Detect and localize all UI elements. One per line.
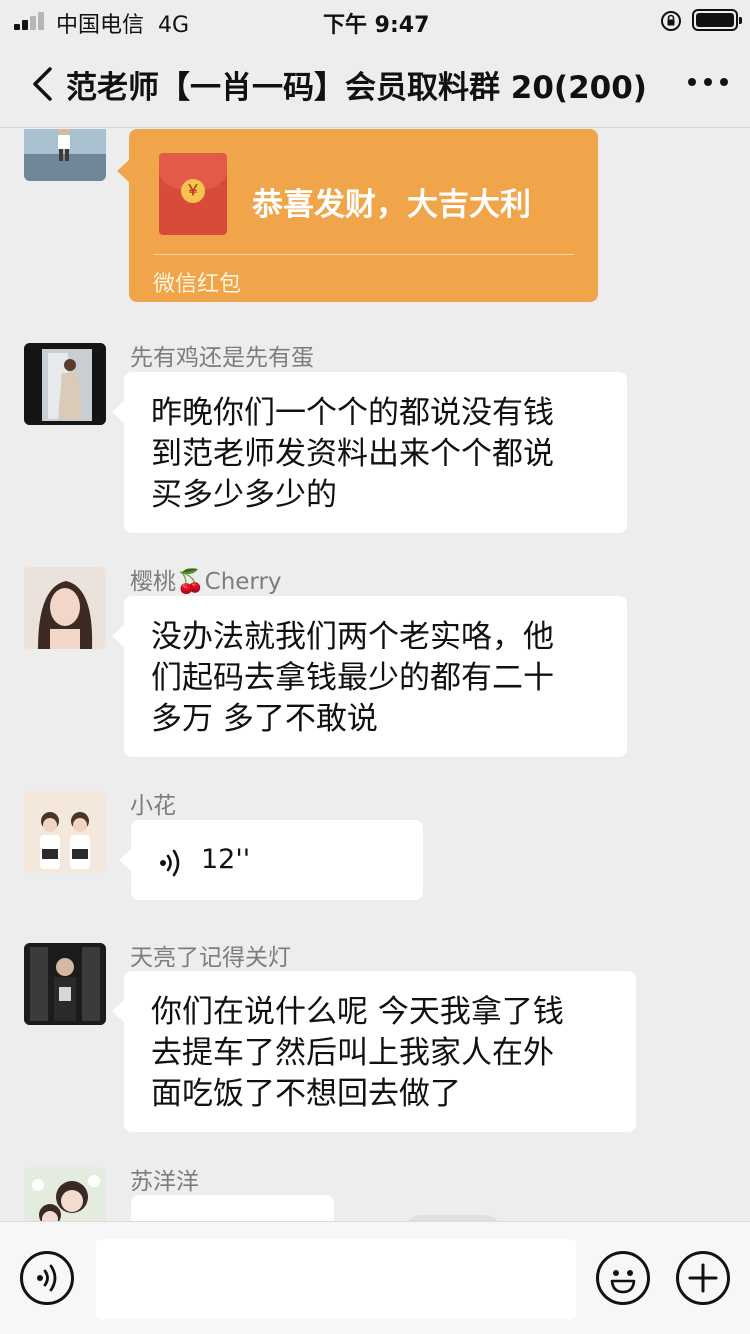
more-actions-button[interactable]	[676, 1251, 730, 1305]
voice-wave-icon	[160, 849, 180, 877]
more-options-icon[interactable]	[688, 78, 732, 90]
sender-name: 苏洋洋	[130, 1169, 199, 1195]
message-text: 没办法就我们两个老实咯，他 们起码去拿钱最少的都有二十 多万 多了不敢说	[151, 619, 554, 737]
avatar[interactable]	[24, 343, 106, 425]
voice-duration: 12''	[201, 844, 251, 875]
message-bubble[interactable]: 昨晚你们一个个的都说没有钱 到范老师发资料出来个个都说 买多少多少的	[112, 372, 627, 533]
sender-name: 樱桃🍒Cherry	[130, 569, 282, 595]
red-packet-greeting: 恭喜发财，大吉大利	[252, 187, 531, 223]
back-icon[interactable]	[28, 66, 58, 102]
sender-name: 先有鸡还是先有蛋	[130, 345, 314, 371]
voice-message-bubble[interactable]: 12''	[119, 820, 423, 900]
nav-bar: 范老师【一肖一码】会员取料群 20(200)	[0, 40, 750, 128]
avatar[interactable]	[24, 943, 106, 1025]
avatar[interactable]	[24, 1167, 106, 1221]
rotation-lock-icon	[661, 11, 681, 31]
voice-icon	[37, 1264, 57, 1292]
emoji-button[interactable]	[596, 1251, 650, 1305]
message-text: 昨晚你们一个个的都说没有钱 到范老师发资料出来个个都说 买多少多少的	[151, 395, 554, 513]
red-packet-label: 微信红包	[153, 272, 242, 297]
smiley-icon	[610, 1270, 636, 1294]
signal-strength-icon	[14, 12, 48, 30]
carrier-label: 中国电信 4G	[56, 13, 190, 38]
divider	[153, 254, 574, 255]
avatar[interactable]	[24, 567, 106, 649]
message-bubble[interactable]: 你们在说什么呢 今天我拿了钱 去提车了然后叫上我家人在外 面吃饭了不想回去做了	[112, 971, 636, 1132]
avatar[interactable]	[24, 791, 106, 873]
sender-name: 天亮了记得关灯	[130, 945, 291, 971]
status-time: 下午 9:47	[323, 13, 430, 38]
voice-input-button[interactable]	[20, 1251, 74, 1305]
chat-title: 范老师【一肖一码】会员取料群 20(200)	[66, 70, 647, 106]
status-bar: 中国电信 4G 下午 9:47	[0, 0, 750, 40]
chat-area[interactable]: ￥ 恭喜发财，大吉大利 微信红包 先有鸡还是先有蛋 昨晚你们一个个的都说没有钱 …	[0, 129, 750, 1221]
red-packet-icon: ￥	[159, 153, 227, 235]
message-bubble[interactable]: 没办法就我们两个老实咯，他 们起码去拿钱最少的都有二十 多万 多了不敢说	[112, 596, 627, 757]
message-bubble[interactable]	[131, 1195, 334, 1221]
sender-name: 小花	[130, 793, 176, 819]
battery-icon	[692, 9, 742, 31]
avatar[interactable]	[24, 129, 106, 181]
input-bar	[0, 1221, 750, 1334]
plus-icon	[688, 1263, 718, 1293]
red-packet-message[interactable]: ￥ 恭喜发财，大吉大利 微信红包	[117, 129, 598, 302]
message-text: 你们在说什么呢 今天我拿了钱 去提车了然后叫上我家人在外 面吃饭了不想回去做了	[151, 994, 564, 1112]
message-input[interactable]	[96, 1239, 576, 1319]
